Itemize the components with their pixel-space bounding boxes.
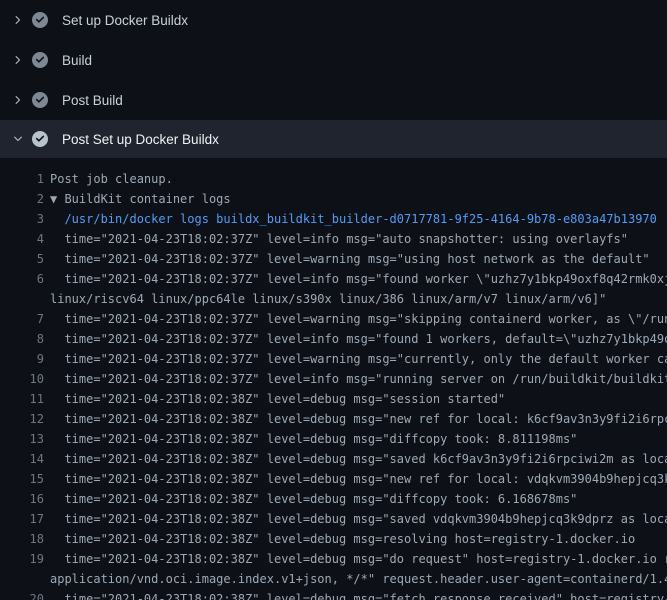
step-label: Build bbox=[62, 53, 92, 68]
log-row: 10 time="2021-04-23T18:02:37Z" level=inf… bbox=[0, 369, 667, 389]
log-row: 8 time="2021-04-23T18:02:37Z" level=info… bbox=[0, 329, 667, 349]
log-line-text: linux/riscv64 linux/ppc64le linux/s390x … bbox=[50, 289, 606, 309]
log-line-number[interactable]: 11 bbox=[0, 389, 44, 409]
log-row: 16 time="2021-04-23T18:02:38Z" level=deb… bbox=[0, 489, 667, 509]
log-row: 20 time="2021-04-23T18:02:38Z" level=deb… bbox=[0, 589, 667, 600]
log-row: 17 time="2021-04-23T18:02:38Z" level=deb… bbox=[0, 509, 667, 529]
log-line-number[interactable]: 1 bbox=[0, 169, 44, 189]
step-list: Set up Docker Buildx Build Post Build bbox=[0, 0, 667, 158]
log-line-number[interactable]: 16 bbox=[0, 489, 44, 509]
log-line-number[interactable]: 19 bbox=[0, 549, 44, 569]
log-line-number[interactable]: 17 bbox=[0, 509, 44, 529]
log-line-number[interactable]: 7 bbox=[0, 309, 44, 329]
check-circle-icon bbox=[32, 52, 48, 68]
log-line-number[interactable]: 2 bbox=[0, 189, 44, 209]
log-line-text: time="2021-04-23T18:02:38Z" level=debug … bbox=[50, 509, 667, 529]
log-line-number[interactable]: 6 bbox=[0, 269, 44, 289]
log-group-toggle: 2 ▼ BuildKit container logs bbox=[0, 189, 667, 209]
log-line-text: time="2021-04-23T18:02:38Z" level=debug … bbox=[50, 549, 667, 569]
log-row: 9 time="2021-04-23T18:02:37Z" level=warn… bbox=[0, 349, 667, 369]
log-row: 19 time="2021-04-23T18:02:38Z" level=deb… bbox=[0, 549, 667, 569]
log-line-text: time="2021-04-23T18:02:38Z" level=debug … bbox=[50, 389, 505, 409]
log-row: application/vnd.oci.image.index.v1+json,… bbox=[0, 569, 667, 589]
log-line-text: time="2021-04-23T18:02:38Z" level=debug … bbox=[50, 589, 667, 600]
log-line-number[interactable] bbox=[0, 569, 44, 589]
log-row: 15 time="2021-04-23T18:02:38Z" level=deb… bbox=[0, 469, 667, 489]
log-line-number[interactable]: 5 bbox=[0, 249, 44, 269]
step-label: Post Set up Docker Buildx bbox=[62, 132, 219, 147]
log-row: 6 time="2021-04-23T18:02:37Z" level=info… bbox=[0, 269, 667, 289]
log-line-text[interactable]: ▼ BuildKit container logs bbox=[50, 189, 231, 209]
chevron-down-icon bbox=[10, 131, 26, 147]
check-circle-icon bbox=[32, 12, 48, 28]
step-header-post-set-up-docker-buildx[interactable]: Post Set up Docker Buildx bbox=[0, 120, 667, 158]
step-label: Set up Docker Buildx bbox=[62, 13, 188, 28]
log-line-number[interactable]: 10 bbox=[0, 369, 44, 389]
log-line-text: time="2021-04-23T18:02:37Z" level=warnin… bbox=[50, 309, 667, 329]
step-header-build[interactable]: Build bbox=[0, 40, 667, 80]
log-row-command: 3 /usr/bin/docker logs buildx_buildkit_b… bbox=[0, 209, 667, 229]
log-line-number[interactable]: 9 bbox=[0, 349, 44, 369]
log-line-text: time="2021-04-23T18:02:37Z" level=info m… bbox=[50, 329, 667, 349]
log-line-text: time="2021-04-23T18:02:37Z" level=info m… bbox=[50, 369, 667, 389]
log-row: 5 time="2021-04-23T18:02:37Z" level=warn… bbox=[0, 249, 667, 269]
step-label: Post Build bbox=[62, 93, 123, 108]
log-line-number[interactable]: 15 bbox=[0, 469, 44, 489]
log-row: linux/riscv64 linux/ppc64le linux/s390x … bbox=[0, 289, 667, 309]
step-header-post-build[interactable]: Post Build bbox=[0, 80, 667, 120]
log-line-text: time="2021-04-23T18:02:37Z" level=info m… bbox=[50, 229, 628, 249]
log-row: 13 time="2021-04-23T18:02:38Z" level=deb… bbox=[0, 429, 667, 449]
step-header-set-up-docker-buildx[interactable]: Set up Docker Buildx bbox=[0, 0, 667, 40]
log-row: 14 time="2021-04-23T18:02:38Z" level=deb… bbox=[0, 449, 667, 469]
log-line-text: time="2021-04-23T18:02:37Z" level=warnin… bbox=[50, 249, 650, 269]
log-line-text: time="2021-04-23T18:02:38Z" level=debug … bbox=[50, 529, 635, 549]
log-line-text: time="2021-04-23T18:02:38Z" level=debug … bbox=[50, 489, 577, 509]
log-line-text: time="2021-04-23T18:02:37Z" level=info m… bbox=[50, 269, 667, 289]
log-row: 11 time="2021-04-23T18:02:38Z" level=deb… bbox=[0, 389, 667, 409]
log-line-text: Post job cleanup. bbox=[50, 169, 173, 189]
log-line-number[interactable] bbox=[0, 289, 44, 309]
chevron-right-icon bbox=[10, 12, 26, 28]
check-circle-icon bbox=[32, 131, 48, 147]
log-line-text: time="2021-04-23T18:02:38Z" level=debug … bbox=[50, 429, 577, 449]
actions-log-viewer: Set up Docker Buildx Build Post Build bbox=[0, 0, 667, 600]
log-line-number[interactable]: 3 bbox=[0, 209, 44, 229]
log-output: 1 Post job cleanup. 2 ▼ BuildKit contain… bbox=[0, 158, 667, 600]
chevron-right-icon bbox=[10, 52, 26, 68]
log-row: 4 time="2021-04-23T18:02:37Z" level=info… bbox=[0, 229, 667, 249]
log-line-number[interactable]: 12 bbox=[0, 409, 44, 429]
chevron-right-icon bbox=[10, 92, 26, 108]
log-line-text: time="2021-04-23T18:02:38Z" level=debug … bbox=[50, 409, 667, 429]
log-row: 18 time="2021-04-23T18:02:38Z" level=deb… bbox=[0, 529, 667, 549]
log-line-number[interactable]: 8 bbox=[0, 329, 44, 349]
log-line-number[interactable]: 14 bbox=[0, 449, 44, 469]
log-row: 7 time="2021-04-23T18:02:37Z" level=warn… bbox=[0, 309, 667, 329]
log-line-number[interactable]: 13 bbox=[0, 429, 44, 449]
log-line-number[interactable]: 20 bbox=[0, 589, 44, 600]
log-line-text: time="2021-04-23T18:02:37Z" level=warnin… bbox=[50, 349, 667, 369]
log-row: 12 time="2021-04-23T18:02:38Z" level=deb… bbox=[0, 409, 667, 429]
log-line-number[interactable]: 4 bbox=[0, 229, 44, 249]
log-line-text: time="2021-04-23T18:02:38Z" level=debug … bbox=[50, 449, 667, 469]
log-row: 1 Post job cleanup. bbox=[0, 169, 667, 189]
log-line-text: application/vnd.oci.image.index.v1+json,… bbox=[50, 569, 667, 589]
check-circle-icon bbox=[32, 92, 48, 108]
log-line-text: /usr/bin/docker logs buildx_buildkit_bui… bbox=[50, 209, 657, 229]
log-line-number[interactable]: 18 bbox=[0, 529, 44, 549]
log-line-text: time="2021-04-23T18:02:38Z" level=debug … bbox=[50, 469, 667, 489]
